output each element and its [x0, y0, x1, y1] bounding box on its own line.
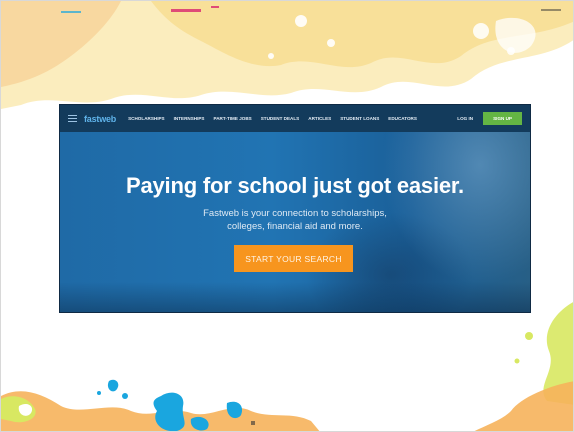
- nav-link-scholarships[interactable]: SCHOLARSHIPS: [128, 116, 165, 121]
- nav-link-student-loans[interactable]: STUDENT LOANS: [340, 116, 379, 121]
- top-splatter: [1, 1, 573, 109]
- hero-subtitle-line-2: colleges, financial aid and more.: [227, 221, 363, 232]
- hero-subtitle-line-1: Fastweb is your connection to scholarshi…: [203, 208, 387, 219]
- right-splatter: [474, 302, 573, 431]
- nav-auth: LOG IN SIGN UP: [457, 112, 522, 125]
- start-search-button[interactable]: START YOUR SEARCH: [234, 245, 353, 272]
- nav-link-articles[interactable]: ARTICLES: [308, 116, 331, 121]
- hero-subtitle: Fastweb is your connection to scholarshi…: [60, 207, 530, 233]
- presentation-slide: fastweb SCHOLARSHIPS INTERNSHIPS PART-TI…: [0, 0, 574, 432]
- nav-link-internships[interactable]: INTERNSHIPS: [174, 116, 205, 121]
- nav-link-student-deals[interactable]: STUDENT DEALS: [261, 116, 300, 121]
- site-navbar: fastweb SCHOLARSHIPS INTERNSHIPS PART-TI…: [60, 105, 530, 132]
- nav-link-part-time-jobs[interactable]: PART-TIME JOBS: [214, 116, 252, 121]
- hero-headline: Paying for school just got easier.: [126, 173, 464, 198]
- bottom-splatter: [1, 379, 320, 431]
- hamburger-menu-icon[interactable]: [68, 115, 77, 122]
- fastweb-logo[interactable]: fastweb: [84, 114, 116, 124]
- nav-links: SCHOLARSHIPS INTERNSHIPS PART-TIME JOBS …: [128, 116, 417, 121]
- signup-button[interactable]: SIGN UP: [483, 112, 522, 125]
- login-link[interactable]: LOG IN: [457, 116, 473, 121]
- hero-bottom-shade: [60, 282, 530, 312]
- website-screenshot: fastweb SCHOLARSHIPS INTERNSHIPS PART-TI…: [59, 104, 531, 313]
- nav-link-educators[interactable]: EDUCATORS: [388, 116, 417, 121]
